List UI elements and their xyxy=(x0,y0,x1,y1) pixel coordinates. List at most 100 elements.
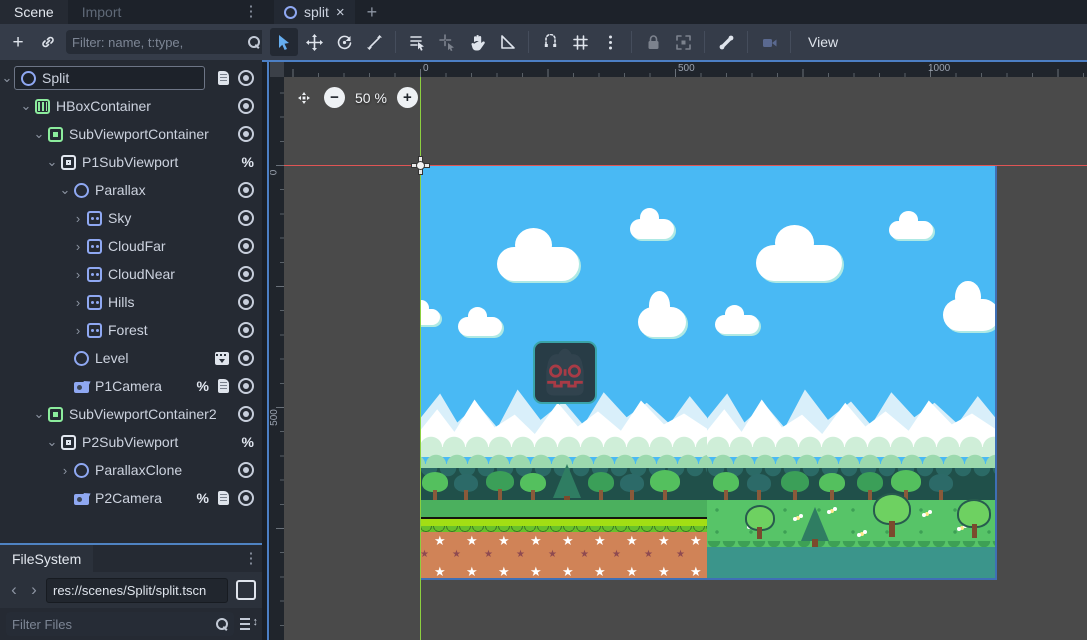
move-mode-button[interactable] xyxy=(300,28,328,56)
tree-node-sky[interactable]: › Sky xyxy=(0,204,262,232)
2d-canvas[interactable]: ★★★★★★★★★★★★★★★★★★★★★★★★★★★ xyxy=(284,77,1087,640)
visibility-toggle-icon[interactable] xyxy=(238,406,254,422)
tree-node-subviewportcontainer2[interactable]: ⌄ SubViewportContainer2 xyxy=(0,400,262,428)
instantiate-scene-button[interactable] xyxy=(36,30,60,54)
rotate-mode-button[interactable] xyxy=(330,28,358,56)
history-forward-icon[interactable]: › xyxy=(26,580,42,600)
grid-snap-button[interactable] xyxy=(566,28,594,56)
visibility-toggle-icon[interactable] xyxy=(238,210,254,226)
tab-split-scene[interactable]: split × xyxy=(274,0,355,24)
unique-name-icon[interactable]: % xyxy=(242,434,254,450)
new-scene-tab-button[interactable]: + xyxy=(355,0,390,24)
tree-node-level[interactable]: Level xyxy=(0,344,262,372)
tree-node-subviewportcontainer[interactable]: ⌄ SubViewportContainer xyxy=(0,120,262,148)
expander-icon[interactable]: › xyxy=(71,295,85,310)
center-view-icon[interactable] xyxy=(294,88,314,108)
current-path-field[interactable] xyxy=(46,578,228,603)
tree-node-p2subviewport[interactable]: ⌄ P2SubViewport % xyxy=(0,428,262,456)
add-node-button[interactable]: + xyxy=(6,30,30,54)
tree-node-p1subviewport[interactable]: ⌄ P1SubViewport % xyxy=(0,148,262,176)
file-sort-icon[interactable] xyxy=(240,617,256,631)
list-select-button[interactable] xyxy=(403,28,431,56)
expander-icon[interactable]: › xyxy=(71,323,85,338)
visibility-toggle-icon[interactable] xyxy=(238,98,254,114)
zoom-in-button[interactable]: + xyxy=(397,87,418,108)
open-instanced-scene-icon[interactable] xyxy=(215,352,229,365)
visibility-toggle-icon[interactable] xyxy=(238,322,254,338)
tree-node-parallax[interactable]: ⌄ Parallax xyxy=(0,176,262,204)
visibility-toggle-icon[interactable] xyxy=(238,378,254,394)
camera2d-icon xyxy=(74,382,89,393)
visibility-toggle-icon[interactable] xyxy=(238,238,254,254)
script-icon[interactable] xyxy=(218,491,229,505)
script-icon[interactable] xyxy=(218,71,229,85)
unique-name-icon[interactable]: % xyxy=(197,378,209,394)
select-cursor-icon xyxy=(276,34,293,51)
visibility-toggle-icon[interactable] xyxy=(238,350,254,366)
expander-icon[interactable]: ⌄ xyxy=(32,406,46,422)
pan-mode-button[interactable] xyxy=(463,28,491,56)
expander-icon[interactable]: › xyxy=(71,211,85,226)
filesystem-menu-icon[interactable]: ⋮ xyxy=(242,547,260,571)
visibility-toggle-icon[interactable] xyxy=(238,182,254,198)
dock-menu-icon[interactable]: ⋮ xyxy=(242,0,260,24)
snap-options-button[interactable] xyxy=(596,28,624,56)
zoom-out-button[interactable]: − xyxy=(324,87,345,108)
scale-mode-button[interactable] xyxy=(360,28,388,56)
visibility-toggle-icon[interactable] xyxy=(238,266,254,282)
pan-hand-icon xyxy=(469,34,486,51)
zoom-level-label[interactable]: 50 % xyxy=(355,90,387,106)
expander-icon[interactable]: ⌄ xyxy=(0,70,14,86)
override-camera-button[interactable] xyxy=(755,28,783,56)
tree-node-cloudnear[interactable]: › CloudNear xyxy=(0,260,262,288)
scene-filter-input[interactable] xyxy=(72,35,248,50)
expander-icon[interactable]: › xyxy=(71,267,85,282)
unique-name-icon[interactable]: % xyxy=(197,490,209,506)
visibility-toggle-icon[interactable] xyxy=(238,294,254,310)
tree-node-parallaxclone[interactable]: › ParallaxClone xyxy=(0,456,262,484)
view-menu-button[interactable]: View xyxy=(798,28,848,56)
expander-icon[interactable]: ⌄ xyxy=(45,154,59,170)
origin-gizmo[interactable] xyxy=(412,157,429,174)
select-mode-button[interactable] xyxy=(270,28,298,56)
file-filter-field[interactable] xyxy=(6,612,234,636)
tree-node-forest[interactable]: › Forest xyxy=(0,316,262,344)
visibility-toggle-icon[interactable] xyxy=(238,70,254,86)
tree-node-hills[interactable]: › Hills xyxy=(0,288,262,316)
group-selected-button[interactable] xyxy=(669,28,697,56)
visibility-toggle-icon[interactable] xyxy=(238,490,254,506)
expander-icon[interactable]: ⌄ xyxy=(19,98,33,114)
tree-node-split-root[interactable]: ⌄ Split xyxy=(0,64,262,92)
scene-filter-field[interactable] xyxy=(66,30,266,54)
tab-filesystem[interactable]: FileSystem xyxy=(0,545,93,572)
visibility-toggle-icon[interactable] xyxy=(238,126,254,142)
expander-icon[interactable]: › xyxy=(71,239,85,254)
expander-icon[interactable]: › xyxy=(58,463,72,478)
expander-icon[interactable]: ⌄ xyxy=(58,182,72,198)
smart-snap-button[interactable] xyxy=(536,28,564,56)
unique-name-icon[interactable]: % xyxy=(242,154,254,170)
visibility-toggle-icon[interactable] xyxy=(238,462,254,478)
dirt-star: ★ xyxy=(548,550,557,560)
file-filter-input[interactable] xyxy=(12,617,216,632)
script-icon[interactable] xyxy=(218,379,229,393)
tab-scene[interactable]: Scene xyxy=(0,0,68,24)
tree-node-p1camera[interactable]: P1Camera % xyxy=(0,372,262,400)
ruler-mode-button[interactable] xyxy=(493,28,521,56)
tab-import[interactable]: Import xyxy=(68,0,136,24)
pivot-mode-button[interactable] xyxy=(433,28,461,56)
expander-icon[interactable]: ⌄ xyxy=(32,126,46,142)
tree-node-p2camera[interactable]: P2Camera % xyxy=(0,484,262,512)
lock-selected-button[interactable] xyxy=(639,28,667,56)
toggle-split-mode-icon[interactable] xyxy=(236,580,256,600)
tree-node-cloudfar[interactable]: › CloudFar xyxy=(0,232,262,260)
scene-tab-label: split xyxy=(304,4,329,20)
expander-icon[interactable]: ⌄ xyxy=(45,434,59,450)
tree-node-hboxcontainer[interactable]: ⌄ HBoxContainer xyxy=(0,92,262,120)
close-tab-icon[interactable]: × xyxy=(336,4,345,21)
current-path-input[interactable] xyxy=(53,583,221,598)
skeleton-options-button[interactable] xyxy=(712,28,740,56)
hboxcontainer-icon xyxy=(35,99,50,114)
history-back-icon[interactable]: ‹ xyxy=(6,580,22,600)
rename-node-field[interactable]: Split xyxy=(14,66,205,90)
